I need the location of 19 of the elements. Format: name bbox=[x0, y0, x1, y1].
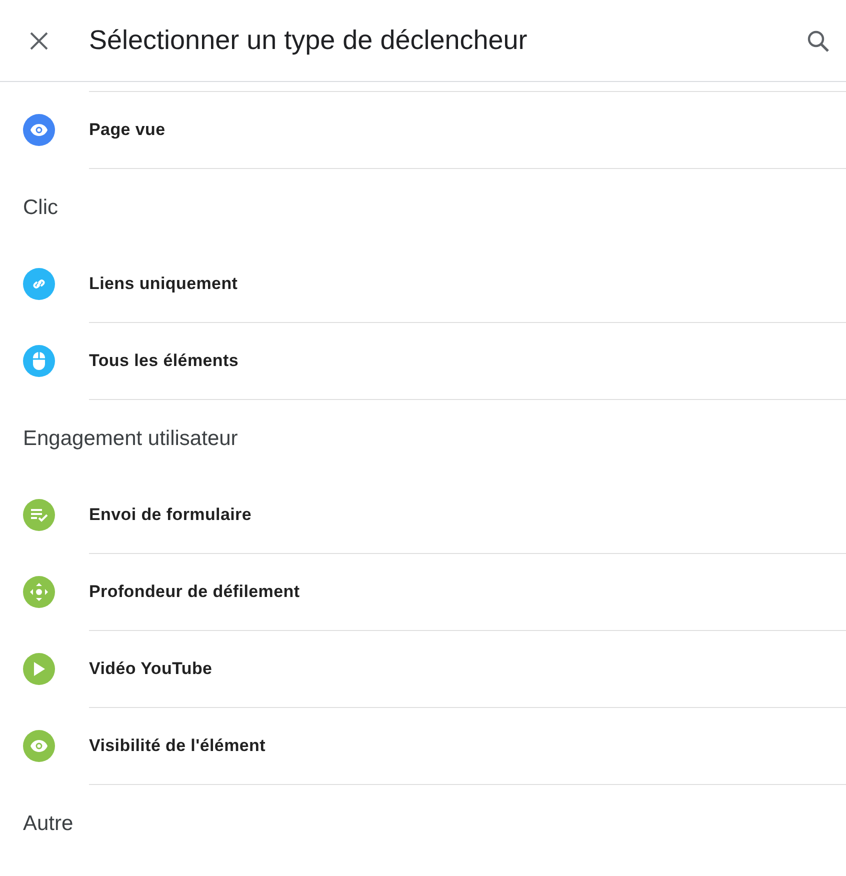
trigger-type-item[interactable]: Liens uniquement bbox=[0, 246, 846, 322]
mouse-icon bbox=[32, 351, 46, 371]
trigger-type-item[interactable]: Vidéo YouTube bbox=[0, 631, 846, 707]
section-heading: Autre bbox=[23, 810, 74, 837]
play-icon bbox=[33, 662, 45, 676]
move-arrows-icon bbox=[30, 583, 48, 601]
trigger-type-item[interactable]: Page vue bbox=[0, 92, 846, 168]
section-heading: Clic bbox=[23, 194, 58, 221]
checklist-icon bbox=[30, 508, 48, 522]
trigger-type-item[interactable]: Profondeur de défilement bbox=[0, 554, 846, 630]
close-icon bbox=[30, 32, 48, 50]
eye-icon bbox=[30, 124, 48, 136]
trigger-type-item[interactable]: Tous les éléments bbox=[0, 323, 846, 399]
trigger-type-item[interactable]: Envoi de formulaire bbox=[0, 477, 846, 553]
trigger-type-item[interactable]: Visibilité de l'élément bbox=[0, 708, 846, 784]
eye-icon bbox=[30, 740, 48, 752]
dialog-title: Sélectionner un type de déclencheur bbox=[89, 24, 528, 58]
search-icon bbox=[806, 28, 830, 52]
section-heading: Engagement utilisateur bbox=[23, 426, 238, 452]
